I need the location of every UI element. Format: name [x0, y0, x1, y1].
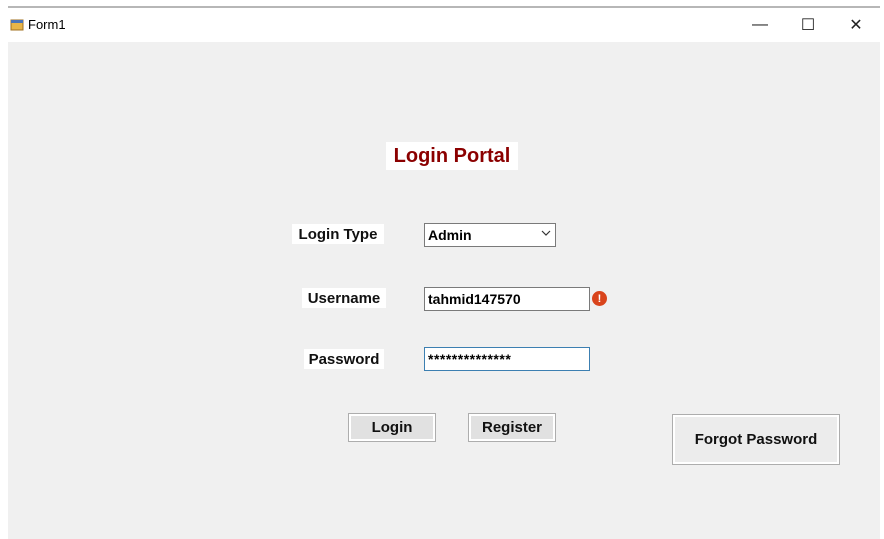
app-icon	[10, 18, 24, 32]
close-icon: ✕	[849, 17, 863, 34]
maximize-icon: ☐	[800, 17, 816, 34]
password-label: Password	[304, 349, 384, 369]
password-field[interactable]: **************	[424, 347, 590, 371]
chevron-down-icon[interactable]	[541, 229, 551, 240]
username-field[interactable]: tahmid147570	[424, 287, 590, 311]
title-bar: Form1 — ☐ ✕	[8, 8, 880, 42]
register-button[interactable]: Register	[468, 413, 556, 442]
maximize-button[interactable]: ☐	[784, 8, 832, 42]
login-button[interactable]: Login	[348, 413, 436, 442]
error-icon: !	[592, 291, 607, 306]
window-title: Form1	[28, 17, 66, 32]
login-type-value: Admin	[428, 227, 472, 243]
login-type-select[interactable]: Admin	[424, 223, 556, 247]
close-button[interactable]: ✕	[832, 8, 880, 42]
page-title: Login Portal	[386, 142, 518, 170]
minimize-icon: —	[752, 16, 768, 33]
minimize-button[interactable]: —	[736, 8, 784, 42]
username-label: Username	[302, 288, 386, 308]
forgot-password-button[interactable]: Forgot Password	[672, 414, 840, 465]
login-type-label: Login Type	[292, 224, 384, 244]
